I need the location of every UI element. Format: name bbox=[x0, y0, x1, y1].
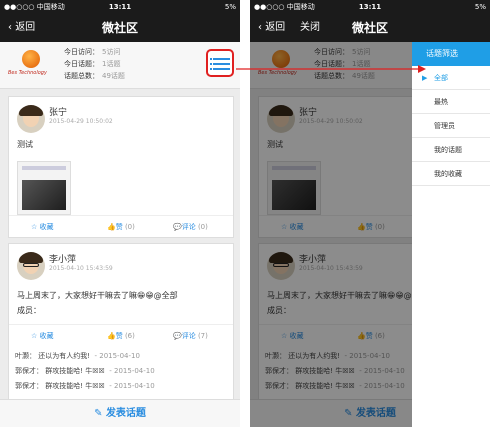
logo-mark-icon bbox=[22, 50, 40, 68]
post-time: 2015-04-10 15:43:59 bbox=[49, 265, 113, 272]
post-content: 马上周末了，大家想好干嘛去了嘛😁😁@全部 成员： bbox=[17, 288, 178, 318]
comment-icon: 💬 bbox=[173, 332, 182, 340]
comment-count: (0) bbox=[197, 223, 208, 231]
comment-item: 郭保才： 群攻技能哈! 牛☒☒ - 2015-04-10 bbox=[15, 379, 155, 393]
comment-label: 评论 bbox=[181, 223, 196, 231]
drawer-title: 话题筛选 bbox=[412, 42, 490, 66]
battery-label: 5% bbox=[224, 3, 236, 11]
avatar[interactable] bbox=[17, 105, 45, 133]
post-image[interactable] bbox=[17, 161, 71, 215]
stat-label: 今日话题： bbox=[64, 60, 99, 68]
post-card[interactable]: 李小萍 2015-04-10 15:43:59 马上周末了，大家想好干嘛去了嘛😁… bbox=[8, 243, 234, 401]
filter-item-my-favorites[interactable]: 我的收藏 bbox=[412, 162, 490, 186]
thumbs-up-icon: 👍 bbox=[107, 332, 116, 340]
like-label: 赞 bbox=[115, 332, 123, 340]
stat-row: 今日访问： 5访问 bbox=[64, 46, 125, 58]
comment-label: 评论 bbox=[181, 332, 196, 340]
like-label: 赞 bbox=[115, 223, 123, 231]
menu-icon bbox=[210, 58, 212, 60]
stat-row: 今日话题： 1话题 bbox=[64, 58, 125, 70]
publish-label: 发表话题 bbox=[105, 408, 146, 419]
post-actions: ☆ 收藏 👍赞 (6) 💬评论 (7) bbox=[9, 324, 233, 347]
like-count: (6) bbox=[124, 332, 135, 340]
comment-item: 叶灏： 还以为有人约我! - 2015-04-10 bbox=[15, 349, 140, 363]
stat-value: 1话题 bbox=[102, 60, 121, 68]
page-title: 微社区 bbox=[101, 21, 138, 35]
filter-label: 全部 bbox=[434, 74, 448, 82]
favorite-label: 收藏 bbox=[39, 332, 54, 340]
post-card[interactable]: 张宁 2015-04-29 10:50:02 测试 ☆ 收藏 👍赞 (0) 💬评… bbox=[8, 96, 234, 238]
menu-icon bbox=[210, 63, 212, 65]
menu-icon bbox=[213, 68, 230, 70]
annotation-arrow bbox=[236, 65, 426, 73]
clock: 13:11 bbox=[108, 3, 132, 11]
filter-item-hot[interactable]: 最热 bbox=[412, 90, 490, 114]
comment-button[interactable]: 💬评论 (0) bbox=[173, 216, 208, 238]
edit-icon: ✎ bbox=[94, 408, 103, 419]
post-time: 2015-04-29 10:50:02 bbox=[49, 118, 113, 125]
like-button[interactable]: 👍赞 (6) bbox=[107, 325, 135, 347]
topic-filter-button[interactable] bbox=[206, 49, 234, 77]
comment-item: 郭保才： 群攻技能哈! 牛☒☒ - 2015-04-10 bbox=[15, 364, 155, 378]
post-actions: ☆ 收藏 👍赞 (0) 💬评论 (0) bbox=[9, 215, 233, 238]
favorite-button[interactable]: ☆ 收藏 bbox=[31, 216, 54, 238]
stat-value: 5访问 bbox=[102, 48, 121, 56]
favorite-label: 收藏 bbox=[39, 223, 54, 231]
comment-text: 郭保才： 群攻技能哈! 牛☒☒ bbox=[15, 382, 105, 390]
logo-text: Bes Technology bbox=[8, 70, 47, 76]
author-name[interactable]: 李小萍 bbox=[49, 252, 76, 265]
comment-date: - 2015-04-10 bbox=[109, 382, 155, 390]
menu-icon bbox=[213, 58, 230, 60]
comment-button[interactable]: 💬评论 (7) bbox=[173, 325, 208, 347]
comment-date: - 2015-04-10 bbox=[109, 367, 155, 375]
stat-value: 49话题 bbox=[102, 72, 125, 80]
company-logo: Bes Technology bbox=[8, 48, 54, 82]
filter-item-admin[interactable]: 管理员 bbox=[412, 114, 490, 138]
author-name[interactable]: 张宁 bbox=[49, 105, 67, 118]
menu-icon bbox=[213, 63, 230, 65]
publish-topic-button[interactable]: ✎ 发表话题 bbox=[0, 399, 240, 427]
like-count: (0) bbox=[124, 223, 135, 231]
comment-icon: 💬 bbox=[173, 223, 182, 231]
filter-item-my-topics[interactable]: 我的话题 bbox=[412, 138, 490, 162]
nav-bar: ‹ 返回 微社区 bbox=[0, 14, 240, 42]
star-icon: ☆ bbox=[31, 223, 38, 231]
status-bar: ●●○○○ 中国移动 13:11 5% bbox=[0, 0, 240, 14]
clock: 13:11 bbox=[358, 3, 382, 11]
menu-icon bbox=[210, 68, 212, 70]
community-header: Bes Technology 今日访问： 5访问 今日话题： 1话题 话题总数： 49… bbox=[0, 42, 240, 89]
stat-label: 话题总数： bbox=[64, 72, 99, 80]
post-content-line: 成员： bbox=[17, 306, 41, 315]
stat-label: 今日访问： bbox=[64, 48, 99, 56]
post-content-line: 马上周末了，大家想好干嘛去了嘛😁😁@全部 bbox=[17, 291, 178, 300]
left-screen: ●●○○○ 中国移动 13:11 5% ‹ 返回 微社区 Bes Technol… bbox=[0, 0, 240, 427]
battery-label: 5% bbox=[474, 3, 486, 11]
thumbs-up-icon: 👍 bbox=[107, 223, 116, 231]
comment-date: - 2015-04-10 bbox=[94, 352, 140, 360]
favorite-button[interactable]: ☆ 收藏 bbox=[31, 325, 54, 347]
like-button[interactable]: 👍赞 (0) bbox=[107, 216, 135, 238]
star-icon: ☆ bbox=[31, 332, 38, 340]
status-bar: ●●○○○ 中国移动 13:11 5% bbox=[250, 0, 490, 14]
page-title: 微社区 bbox=[351, 21, 388, 35]
topic-filter-drawer: 话题筛选 ▶ 全部 最热 管理员 我的话题 我的收藏 bbox=[412, 42, 490, 427]
comment-text: 叶灏： 还以为有人约我! bbox=[15, 352, 91, 360]
stats-panel: 今日访问： 5访问 今日话题： 1话题 话题总数： 49话题 bbox=[64, 46, 125, 82]
comment-count: (7) bbox=[197, 332, 208, 340]
stat-row: 话题总数： 49话题 bbox=[64, 70, 125, 82]
avatar[interactable] bbox=[17, 252, 45, 280]
nav-bar: ‹ 返回 关闭 微社区 bbox=[250, 14, 490, 42]
post-content: 测试 bbox=[17, 140, 33, 149]
comment-text: 郭保才： 群攻技能哈! 牛☒☒ bbox=[15, 367, 105, 375]
